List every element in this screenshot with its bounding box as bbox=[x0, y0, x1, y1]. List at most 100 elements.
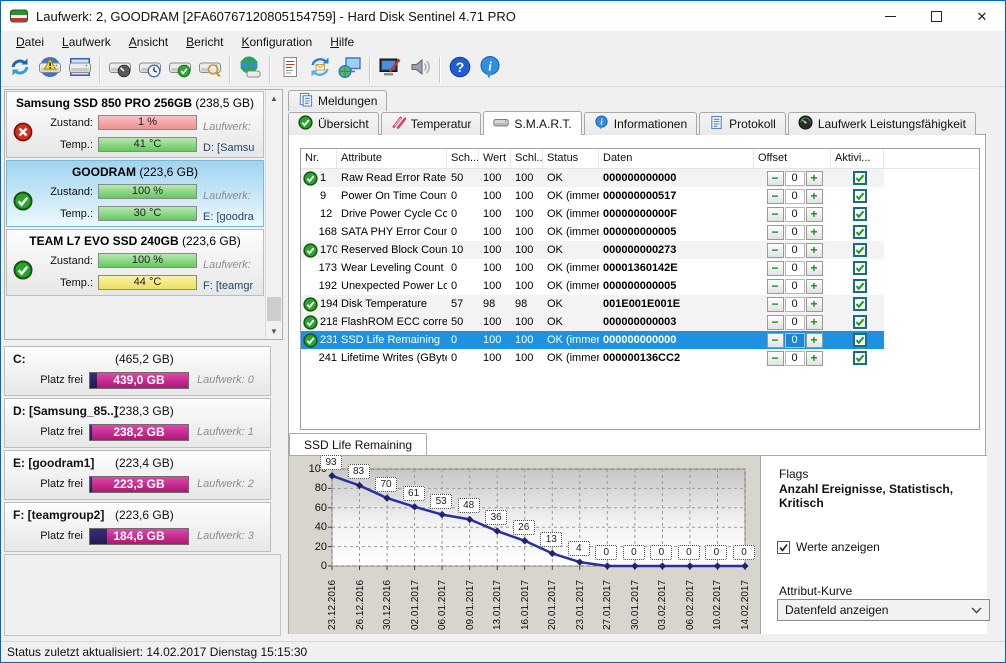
offset-increase-button[interactable]: + bbox=[806, 315, 823, 330]
scroll-down-icon[interactable]: ▼ bbox=[266, 323, 282, 339]
enabled-checkbox[interactable] bbox=[853, 279, 867, 293]
attribute-curve-dropdown[interactable]: Datenfeld anzeigen bbox=[777, 599, 990, 621]
column-header-0[interactable]: Nr. bbox=[301, 149, 337, 168]
menu-item-ansicht[interactable]: Ansicht bbox=[120, 33, 177, 51]
show-values-checkbox[interactable] bbox=[777, 541, 790, 554]
column-header-6[interactable]: Daten bbox=[599, 149, 754, 168]
disk-check-button[interactable] bbox=[165, 56, 195, 84]
enabled-checkbox[interactable] bbox=[853, 351, 867, 365]
partition-item-c[interactable]: C:(465,2 GB)Platz frei439,0 GBLaufwerk: … bbox=[4, 346, 271, 396]
disk-clock-button[interactable] bbox=[135, 56, 165, 84]
scroll-thumb[interactable] bbox=[267, 297, 281, 321]
offset-increase-button[interactable]: + bbox=[806, 261, 823, 276]
menu-item-konfiguration[interactable]: Konfiguration bbox=[232, 33, 321, 51]
minimize-button[interactable] bbox=[867, 1, 913, 31]
enabled-checkbox[interactable] bbox=[853, 225, 867, 239]
disk-item-1[interactable]: GOODRAM (223,6 GB)Zustand:100 %Temp.:30 … bbox=[6, 160, 264, 227]
sync-mail-button[interactable] bbox=[305, 56, 335, 84]
menu-item-bericht[interactable]: Bericht bbox=[177, 33, 232, 51]
disk-warning-button[interactable] bbox=[35, 56, 65, 84]
enabled-checkbox[interactable] bbox=[853, 315, 867, 329]
smart-row-9[interactable]: 9Power On Time Count0100100OK (immer ...… bbox=[301, 187, 884, 205]
offset-value: 0 bbox=[785, 189, 805, 204]
smart-row-12[interactable]: 12Drive Power Cycle Count0100100OK (imme… bbox=[301, 205, 884, 223]
offset-decrease-button[interactable]: − bbox=[767, 225, 784, 240]
offset-decrease-button[interactable]: − bbox=[767, 171, 784, 186]
close-button[interactable]: ✕ bbox=[959, 1, 1005, 31]
refresh-button[interactable] bbox=[5, 56, 35, 84]
tab-laufwerk-leistungsfähigkeit[interactable]: Laufwerk Leistungsfähigkeit bbox=[788, 112, 976, 135]
menu-item-laufwerk[interactable]: Laufwerk bbox=[53, 33, 120, 51]
enabled-checkbox[interactable] bbox=[853, 243, 867, 257]
disk-item-0[interactable]: Samsung SSD 850 PRO 256GB (238,5 GB)Zust… bbox=[6, 91, 264, 158]
computer-pen-button[interactable] bbox=[375, 56, 405, 84]
tab-meldungen[interactable]: Meldungen bbox=[288, 90, 387, 111]
smart-row-1[interactable]: 1Raw Read Error Rate50100100OK0000000000… bbox=[301, 169, 884, 187]
offset-decrease-button[interactable]: − bbox=[767, 297, 784, 312]
offset-increase-button[interactable]: + bbox=[806, 351, 823, 366]
smart-row-170[interactable]: 170Reserved Block Count10100100OK0000000… bbox=[301, 241, 884, 259]
partition-item-e[interactable]: E: [goodram1](223,4 GB)Platz frei223,3 G… bbox=[4, 450, 271, 500]
column-header-2[interactable]: Sch... bbox=[447, 149, 479, 168]
tab-informationen[interactable]: iInformationen bbox=[584, 112, 697, 135]
offset-decrease-button[interactable]: − bbox=[767, 315, 784, 330]
offset-decrease-button[interactable]: − bbox=[767, 351, 784, 366]
tab-temperatur[interactable]: Temperatur bbox=[381, 112, 482, 135]
offset-decrease-button[interactable]: − bbox=[767, 189, 784, 204]
smart-row-218[interactable]: 218FlashROM ECC correcti...50100100OK000… bbox=[301, 313, 884, 331]
enabled-checkbox[interactable] bbox=[853, 207, 867, 221]
smart-row-168[interactable]: 168SATA PHY Error Count0100100OK (immer … bbox=[301, 223, 884, 241]
menu-item-datei[interactable]: Datei bbox=[7, 33, 53, 51]
column-header-1[interactable]: Attribute bbox=[337, 149, 447, 168]
smart-row-192[interactable]: 192Unexpected Power Loss...0100100OK (im… bbox=[301, 277, 884, 295]
tab-ssd-life-remaining[interactable]: SSD Life Remaining bbox=[289, 433, 427, 455]
offset-decrease-button[interactable]: − bbox=[767, 207, 784, 222]
enabled-checkbox[interactable] bbox=[853, 333, 867, 347]
offset-increase-button[interactable]: + bbox=[806, 279, 823, 294]
smart-row-173[interactable]: 173Wear Leveling Count (t...0100100OK (i… bbox=[301, 259, 884, 277]
disk-screen-button[interactable] bbox=[65, 56, 95, 84]
disk-list-scrollbar[interactable]: ▲ ▼ bbox=[265, 90, 282, 339]
offset-decrease-button[interactable]: − bbox=[767, 261, 784, 276]
column-header-7[interactable]: Offset bbox=[754, 149, 831, 168]
partition-item-d[interactable]: D: [Samsung_85..](238,3 GB)Platz frei238… bbox=[4, 398, 271, 448]
offset-increase-button[interactable]: + bbox=[806, 243, 823, 258]
tab-protokoll[interactable]: Protokoll bbox=[699, 112, 786, 135]
offset-increase-button[interactable]: + bbox=[806, 333, 823, 348]
smart-row-194[interactable]: 194Disk Temperature579898OK001E001E001E−… bbox=[301, 295, 884, 313]
network-globe-button[interactable] bbox=[335, 56, 365, 84]
enabled-checkbox[interactable] bbox=[853, 261, 867, 275]
enabled-checkbox[interactable] bbox=[853, 171, 867, 185]
tab-übersicht[interactable]: Übersicht bbox=[288, 112, 379, 135]
maximize-button[interactable] bbox=[913, 1, 959, 31]
offset-increase-button[interactable]: + bbox=[806, 297, 823, 312]
smart-row-241[interactable]: 241Lifetime Writes (GBytes)0100100OK (im… bbox=[301, 349, 884, 367]
info-button[interactable]: i bbox=[475, 56, 505, 84]
tab-s-m-a-r-t-[interactable]: S.M.A.R.T. bbox=[483, 111, 581, 135]
report-button[interactable] bbox=[275, 56, 305, 84]
offset-increase-button[interactable]: + bbox=[806, 207, 823, 222]
offset-decrease-button[interactable]: − bbox=[767, 279, 784, 294]
menu-item-hilfe[interactable]: Hilfe bbox=[321, 33, 363, 51]
smart-row-231[interactable]: 231SSD Life Remaining0100100OK (immer ..… bbox=[301, 331, 884, 349]
enabled-checkbox[interactable] bbox=[853, 297, 867, 311]
speaker-button[interactable] bbox=[405, 56, 435, 84]
enabled-checkbox[interactable] bbox=[853, 189, 867, 203]
scroll-up-icon[interactable]: ▲ bbox=[266, 90, 282, 106]
disk-search-button[interactable] bbox=[195, 56, 225, 84]
offset-increase-button[interactable]: + bbox=[806, 225, 823, 240]
offset-increase-button[interactable]: + bbox=[806, 189, 823, 204]
offset-decrease-button[interactable]: − bbox=[767, 243, 784, 258]
column-header-8[interactable]: Aktivi... bbox=[831, 149, 884, 168]
disk-item-2[interactable]: TEAM L7 EVO SSD 240GB (223,6 GB)Zustand:… bbox=[6, 229, 264, 296]
disk-gauge-button[interactable] bbox=[105, 56, 135, 84]
column-header-3[interactable]: Wert bbox=[479, 149, 511, 168]
globe-disk-button[interactable] bbox=[235, 56, 265, 84]
column-header-4[interactable]: Schl... bbox=[511, 149, 543, 168]
offset-decrease-button[interactable]: − bbox=[767, 333, 784, 348]
partition-item-f[interactable]: F: [teamgroup2](223,6 GB)Platz frei184,6… bbox=[4, 502, 271, 552]
column-header-5[interactable]: Status bbox=[543, 149, 599, 168]
offset-stepper: −0+ bbox=[758, 313, 831, 331]
help-button[interactable]: ? bbox=[445, 56, 475, 84]
offset-increase-button[interactable]: + bbox=[806, 171, 823, 186]
